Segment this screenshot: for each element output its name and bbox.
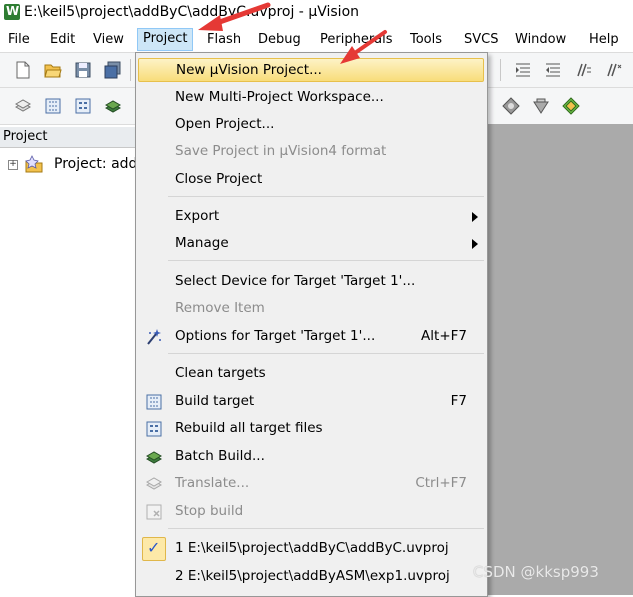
shortcut-alt-f7: Alt+F7 bbox=[421, 328, 467, 344]
build-icon bbox=[146, 394, 162, 410]
toolbar-separator bbox=[130, 59, 131, 81]
menu-separator bbox=[168, 260, 484, 261]
project-menu-dropdown: New µVision Project... New Multi-Project… bbox=[135, 52, 488, 597]
batch-build-icon bbox=[145, 451, 163, 464]
menu-item-recent-project-1[interactable]: ✓ 1 E:\keil5\project\addByC\addByC.uvpro… bbox=[138, 537, 484, 561]
translate-icon[interactable] bbox=[14, 97, 32, 115]
stop-build-icon bbox=[146, 504, 162, 520]
menu-tools[interactable]: Tools bbox=[410, 30, 442, 50]
menu-separator bbox=[168, 528, 484, 529]
indent-icon[interactable] bbox=[514, 61, 532, 79]
menu-separator bbox=[168, 353, 484, 354]
menu-item-batch-build[interactable]: Batch Build... bbox=[138, 445, 484, 469]
menu-item-open-project[interactable]: Open Project... bbox=[138, 113, 484, 137]
menu-view[interactable]: View bbox=[93, 30, 124, 50]
project-tree: + Project: addl bbox=[0, 148, 141, 595]
batch-build-icon[interactable] bbox=[104, 97, 122, 115]
menu-project[interactable]: Project bbox=[137, 28, 194, 51]
menu-item-new-uvision-project[interactable]: New µVision Project... bbox=[138, 58, 484, 82]
menu-item-clean-targets[interactable]: Clean targets bbox=[138, 362, 484, 386]
checkmark-icon: ✓ bbox=[142, 537, 166, 561]
menu-item-build-target[interactable]: Build target F7 bbox=[138, 390, 484, 414]
menu-svcs[interactable]: SVCS bbox=[464, 30, 498, 50]
save-all-icon[interactable] bbox=[104, 61, 122, 79]
save-icon[interactable] bbox=[74, 61, 92, 79]
menu-item-new-multi-project-workspace[interactable]: New Multi-Project Workspace... bbox=[138, 86, 484, 110]
menu-item-remove-item: Remove Item bbox=[175, 300, 265, 316]
title-bar: E:\keil5\project\addByC\addByC.uvproj - … bbox=[0, 0, 633, 26]
rebuild-icon bbox=[146, 421, 162, 437]
manage-components-icon[interactable] bbox=[532, 97, 550, 115]
new-file-icon[interactable] bbox=[14, 61, 32, 79]
menu-separator bbox=[168, 196, 484, 197]
insert-breakpoint-icon[interactable] bbox=[502, 97, 520, 115]
toolbar-separator bbox=[500, 59, 501, 81]
pack-installer-icon[interactable] bbox=[562, 97, 580, 115]
menu-flash[interactable]: Flash bbox=[207, 30, 241, 50]
build-icon[interactable] bbox=[44, 97, 62, 115]
menu-item-select-device[interactable]: Select Device for Target 'Target 1'... bbox=[138, 270, 484, 294]
csdn-watermark: CSDN @kksp993 bbox=[473, 563, 599, 581]
menu-bar: File Edit View Project Flash Debug Perip… bbox=[0, 26, 633, 53]
menu-item-translate: Translate... Ctrl+F7 bbox=[138, 472, 484, 496]
project-root-label[interactable]: Project: addl bbox=[54, 156, 141, 172]
shortcut-ctrl-f7: Ctrl+F7 bbox=[415, 475, 467, 491]
editor-area bbox=[486, 124, 633, 595]
menu-file[interactable]: File bbox=[8, 30, 30, 50]
translate-icon bbox=[145, 477, 163, 490]
open-folder-icon[interactable] bbox=[44, 61, 62, 79]
menu-peripherals[interactable]: Peripherals bbox=[320, 30, 393, 50]
rebuild-icon[interactable] bbox=[74, 97, 92, 115]
menu-debug[interactable]: Debug bbox=[258, 30, 301, 50]
project-root-icon bbox=[25, 155, 43, 173]
menu-help[interactable]: Help bbox=[589, 30, 619, 50]
menu-item-rebuild-all[interactable]: Rebuild all target files bbox=[138, 417, 484, 441]
menu-item-manage[interactable]: Manage bbox=[138, 232, 484, 256]
menu-item-recent-project-2[interactable]: 2 E:\keil5\project\addByASM\exp1.uvproj bbox=[138, 565, 484, 589]
project-panel-header: Project bbox=[0, 127, 136, 148]
menu-item-close-project[interactable]: Close Project bbox=[138, 168, 484, 192]
submenu-arrow-icon bbox=[472, 212, 478, 222]
uvision-app-icon bbox=[4, 4, 20, 20]
menu-item-export[interactable]: Export bbox=[138, 205, 484, 229]
menu-window[interactable]: Window bbox=[515, 30, 566, 50]
menu-edit[interactable]: Edit bbox=[50, 30, 75, 50]
project-panel-title: Project bbox=[3, 129, 48, 144]
menu-item-options-for-target[interactable]: Options for Target 'Target 1'... Alt+F7 bbox=[138, 325, 484, 349]
window-title: E:\keil5\project\addByC\addByC.uvproj - … bbox=[24, 4, 360, 20]
magic-wand-icon bbox=[147, 329, 161, 345]
submenu-arrow-icon bbox=[472, 239, 478, 249]
unindent-icon[interactable] bbox=[544, 61, 562, 79]
comment-icon[interactable] bbox=[574, 61, 592, 79]
uncomment-icon[interactable] bbox=[604, 61, 622, 79]
menu-item-stop-build: Stop build bbox=[138, 500, 484, 524]
tree-expand-icon[interactable]: + bbox=[8, 160, 18, 170]
shortcut-f7: F7 bbox=[450, 393, 467, 409]
menu-item-save-uvision4-format: Save Project in µVision4 format bbox=[175, 143, 387, 159]
